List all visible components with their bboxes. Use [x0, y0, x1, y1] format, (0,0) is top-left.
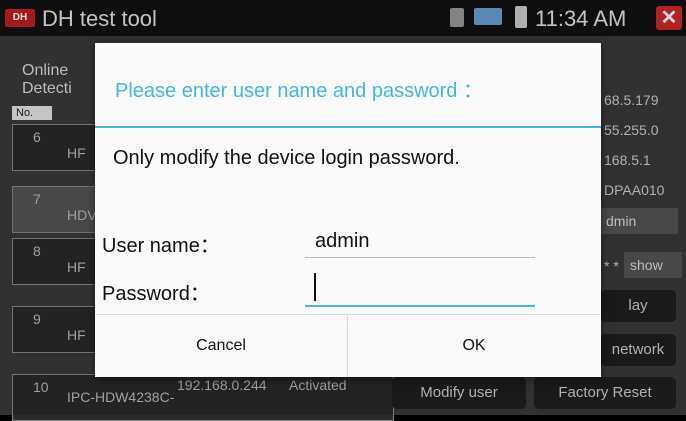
ok-button[interactable]: OK — [348, 315, 600, 377]
username-label: User name： — [102, 235, 220, 257]
password-input[interactable] — [305, 273, 535, 307]
dialog-title: Please enter user name and password ： — [115, 80, 483, 102]
dialog-message: Only modify the device login password. — [113, 147, 460, 169]
login-dialog: Please enter user name and password ： On… — [95, 43, 601, 377]
text-cursor — [314, 273, 316, 301]
password-label: Password： — [102, 283, 210, 305]
title-divider — [95, 126, 601, 128]
username-input[interactable] — [305, 225, 535, 258]
cancel-button[interactable]: Cancel — [95, 315, 347, 377]
